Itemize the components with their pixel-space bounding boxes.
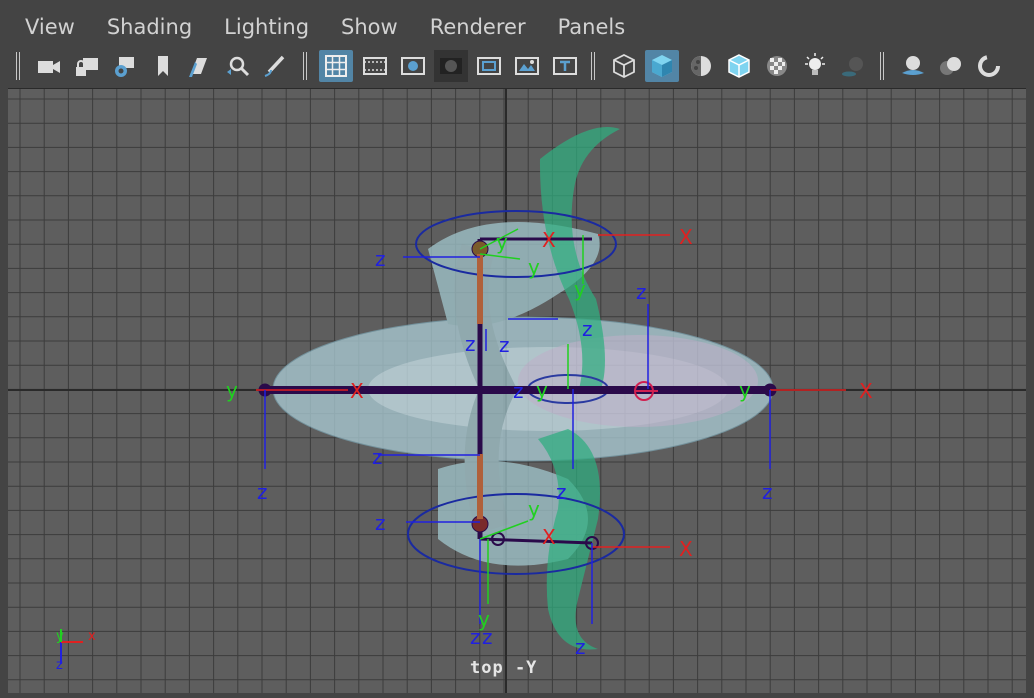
joint-z-axis-label: z xyxy=(465,332,476,356)
viewport-panel: View Shading Lighting Show Renderer Pane… xyxy=(0,0,1034,698)
textured-icon[interactable] xyxy=(760,50,794,82)
panel-toolbar xyxy=(8,46,1026,86)
joint-z-axis-label: z xyxy=(375,511,386,535)
film-gate-icon[interactable] xyxy=(358,50,392,82)
joint-x-axis-label: X xyxy=(350,379,364,403)
joint-y-axis-label: y xyxy=(574,277,586,301)
toolbar-separator xyxy=(303,52,307,80)
lights-icon[interactable] xyxy=(798,50,832,82)
image-plane-icon[interactable] xyxy=(182,50,216,82)
joint-z-axis-label: z xyxy=(762,480,773,504)
camera-icon[interactable] xyxy=(32,50,66,82)
resolution-gate-icon[interactable] xyxy=(396,50,430,82)
2d-pan-zoom-icon[interactable] xyxy=(220,50,254,82)
ambient-occlusion-icon[interactable] xyxy=(896,50,930,82)
joint-z-axis-label: z xyxy=(257,480,268,504)
gizmo-y-label: y xyxy=(56,629,64,644)
joint-z-axis-label: z xyxy=(499,333,510,357)
grease-pencil-icon[interactable] xyxy=(258,50,292,82)
viewport-scene: XXXXXXzz zzzzz zzzzzz zyyyyyyyy y x z xyxy=(8,89,1026,693)
anti-aliasing-icon[interactable] xyxy=(972,50,1006,82)
joint-y-axis-label: y xyxy=(536,378,548,402)
menu-shading[interactable]: Shading xyxy=(90,8,207,46)
shadows-icon[interactable] xyxy=(836,50,870,82)
joint-y-axis-label: y xyxy=(528,497,540,521)
field-chart-icon[interactable] xyxy=(472,50,506,82)
camera-name-label: top -Y xyxy=(470,658,538,678)
joint-x-axis-label: X xyxy=(542,228,556,252)
motion-blur-icon[interactable] xyxy=(934,50,968,82)
joint-x-axis-label: X xyxy=(679,225,693,249)
3d-viewport[interactable]: XXXXXXzzzzzzzzzzzzzzyyyyyyyy y x z xyxy=(8,88,1026,693)
joint-z-axis-label: z xyxy=(582,317,593,341)
toolbar-separator xyxy=(880,52,884,80)
joint-z-axis-label: z xyxy=(636,280,647,304)
menu-lighting[interactable]: Lighting xyxy=(207,8,324,46)
joint-z-axis-label: z xyxy=(372,445,383,469)
safe-action-icon[interactable] xyxy=(510,50,544,82)
joint-y-axis-label: y xyxy=(528,255,540,279)
joint-x-axis-label: X xyxy=(859,379,873,403)
joint-z-axis-label: z xyxy=(513,379,524,403)
menu-panels[interactable]: Panels xyxy=(541,8,641,46)
joint-y-axis-label: y xyxy=(496,230,508,254)
joint-y-axis-label: y xyxy=(226,378,238,402)
menu-renderer[interactable]: Renderer xyxy=(413,8,541,46)
gizmo-x-label: x xyxy=(88,629,96,644)
wireframe-icon[interactable] xyxy=(607,50,641,82)
default-material-icon[interactable] xyxy=(684,50,718,82)
joint-z-axis-label: z xyxy=(575,635,586,659)
view-axis-gizmo: y x z xyxy=(56,629,96,673)
joint-z-axis-label: z xyxy=(375,247,386,271)
joint-x-axis-label: X xyxy=(542,525,556,549)
wireframe-on-shaded-icon[interactable] xyxy=(722,50,756,82)
bookmark-icon[interactable] xyxy=(146,50,180,82)
safe-title-icon[interactable] xyxy=(548,50,582,82)
smooth-shade-icon[interactable] xyxy=(645,50,679,82)
menu-show[interactable]: Show xyxy=(324,8,413,46)
joint-z-axis-label: z xyxy=(556,480,567,504)
panel-menu-bar: View Shading Lighting Show Renderer Pane… xyxy=(8,8,1026,46)
camera-attributes-icon[interactable] xyxy=(108,50,142,82)
gate-mask-icon[interactable] xyxy=(434,50,468,82)
camera-lock-icon[interactable] xyxy=(70,50,104,82)
menu-view[interactable]: View xyxy=(8,8,90,46)
joint-x-axis-label: X xyxy=(679,537,693,561)
gizmo-z-label: z xyxy=(56,658,63,673)
grid-icon[interactable] xyxy=(319,50,353,82)
toolbar-separator xyxy=(16,52,20,80)
joint-y-axis-label: y xyxy=(478,607,490,631)
toolbar-separator xyxy=(591,52,595,80)
joint-y-axis-label: y xyxy=(739,378,751,402)
